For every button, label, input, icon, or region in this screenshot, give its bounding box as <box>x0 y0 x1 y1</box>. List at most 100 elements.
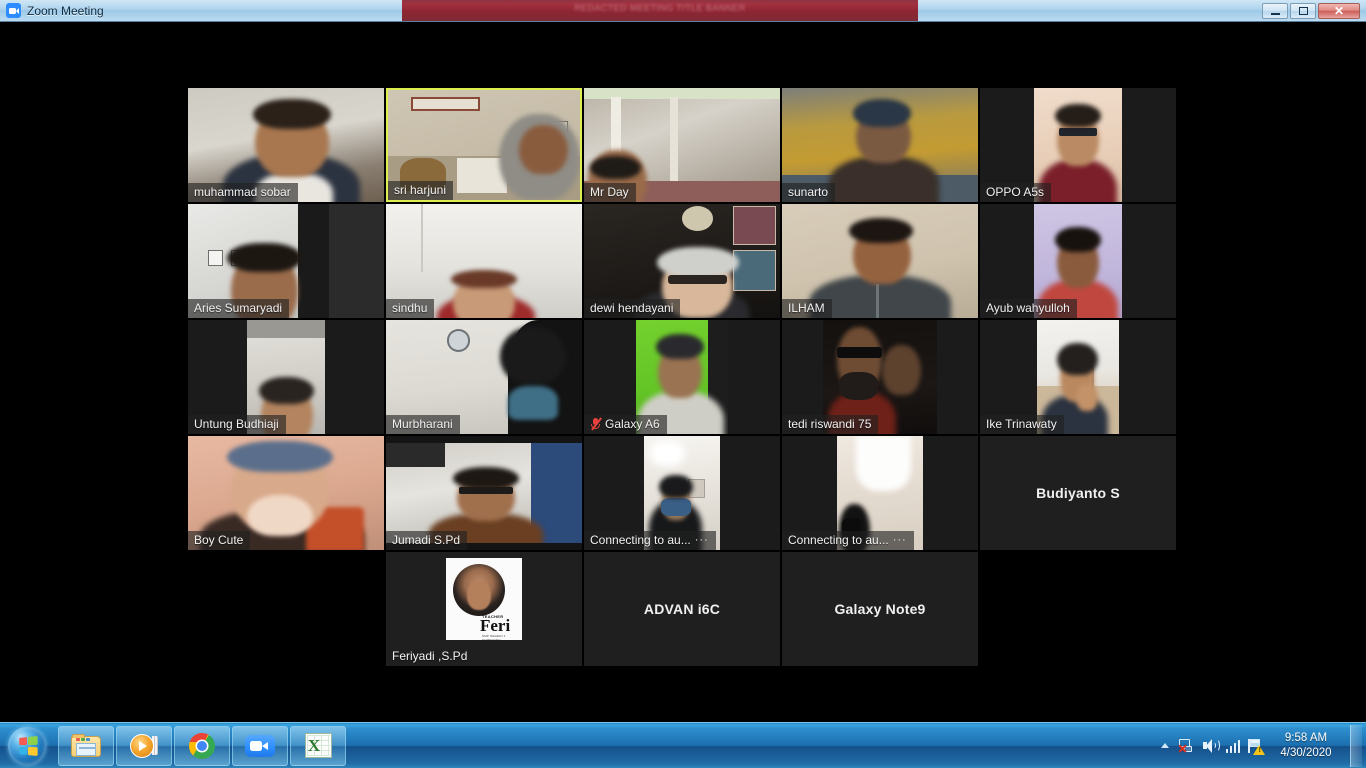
window-title: Zoom Meeting <box>27 3 104 18</box>
participant-tile-budiyanto-s[interactable]: Budiyanto S <box>980 436 1176 550</box>
gallery-row: muhammad sobar sri harjuni Mr Day sunart… <box>188 88 1178 202</box>
participant-tile-dewi-hendayani[interactable]: dewi hendayani <box>584 204 780 318</box>
taskbar-clock[interactable]: 9:58 AM 4/30/2020 <box>1271 731 1341 761</box>
participant-name-strip: Aries Sumaryadi <box>188 299 290 318</box>
participant-tile-boy-cute[interactable]: Boy Cute <box>188 436 384 550</box>
window-titlebar[interactable]: Zoom Meeting REDACTED MEETING TITLE BANN… <box>0 0 1366 22</box>
participant-tile-jumadi-spd[interactable]: Jumadi S.Pd <box>386 436 582 550</box>
participant-name: Ayub wahyulloh <box>986 301 1070 315</box>
participant-name-strip: Connecting to au... ··· <box>584 531 716 550</box>
participant-name: Ike Trinawaty <box>986 417 1057 431</box>
start-button[interactable] <box>2 725 52 767</box>
zoom-video-icon <box>6 3 21 18</box>
participant-name-strip: OPPO A5s <box>980 183 1052 202</box>
gallery-row: Boy Cute Jumadi S.Pd Connecting to au...… <box>188 436 1178 550</box>
windows-logo-icon <box>8 726 46 765</box>
participant-name: dewi hendayani <box>590 301 674 315</box>
connecting-dots: ··· <box>694 534 709 546</box>
participant-tile-sri-harjuni[interactable]: sri harjuni <box>386 88 582 202</box>
participant-name: muhammad sobar <box>194 185 291 199</box>
meeting-stage: muhammad sobar sri harjuni Mr Day sunart… <box>0 22 1366 768</box>
gallery-view-grid: muhammad sobar sri harjuni Mr Day sunart… <box>188 88 1178 668</box>
show-desktop-button[interactable] <box>1350 724 1362 767</box>
participant-name-strip: sindhu <box>386 299 435 318</box>
participant-tile-feriyadi-spd[interactable]: TEACHER Feri SMP NEGERI 1 SUMEDANG Feriy… <box>386 552 582 666</box>
minimize-icon <box>1270 12 1280 15</box>
participant-name-strip: Mr Day <box>584 183 636 202</box>
participant-tile-aries-sumaryadi[interactable]: Aries Sumaryadi <box>188 204 384 318</box>
action-center-flag-icon[interactable]: ! <box>1247 738 1265 755</box>
participant-tile-ilham[interactable]: ILHAM <box>782 204 978 318</box>
participant-name-strip: muhammad sobar <box>188 183 298 202</box>
taskbar-item-zoom[interactable] <box>232 725 288 766</box>
participant-tile-galaxy-note9[interactable]: Galaxy Note9 <box>782 552 978 666</box>
participant-name: Jumadi S.Pd <box>392 533 461 547</box>
participant-tile-ayub-wahyulloh[interactable]: Ayub wahyulloh <box>980 204 1176 318</box>
participant-tile-muhammad-sobar[interactable]: muhammad sobar <box>188 88 384 202</box>
participant-name-strip: Connecting to au... ··· <box>782 531 914 550</box>
avatar <box>453 564 505 616</box>
windows-taskbar: X ✕ ! 9:58 AM 4/30/2020 <box>0 722 1366 768</box>
participant-tile-connecting-2[interactable]: Connecting to au... ··· <box>782 436 978 550</box>
participant-tile-advan-i6c[interactable]: ADVAN i6C <box>584 552 780 666</box>
participant-name-strip: Untung Budhiaji <box>188 415 286 434</box>
show-hidden-icons-arrow[interactable] <box>1160 743 1169 748</box>
network-error-icon[interactable]: ✕ <box>1178 738 1195 755</box>
participant-name: ADVAN i6C <box>643 601 721 617</box>
participant-tile-sunarto[interactable]: sunarto <box>782 88 978 202</box>
participant-name: Connecting to au... <box>788 533 889 547</box>
poster-name-label: Feri <box>480 616 511 635</box>
connecting-dots: ··· <box>892 534 907 546</box>
participant-tile-oppo-a5s[interactable]: OPPO A5s <box>980 88 1176 202</box>
participant-name: Murbharani <box>392 417 453 431</box>
media-player-icon <box>130 733 158 759</box>
excel-icon: X <box>304 733 332 758</box>
participant-tile-galaxy-a6[interactable]: Galaxy A6 <box>584 320 780 434</box>
participant-tile-mr-day[interactable]: Mr Day <box>584 88 780 202</box>
participant-name: Feriyadi ,S.Pd <box>392 649 468 663</box>
poster-subtitle: SMP NEGERI 1 SUMEDANG <box>482 634 506 640</box>
participant-name-strip: Ayub wahyulloh <box>980 299 1077 318</box>
muted-microphone-icon <box>590 417 602 431</box>
participant-name-strip: dewi hendayani <box>584 299 681 318</box>
participant-avatar-poster: TEACHER Feri SMP NEGERI 1 SUMEDANG <box>446 558 522 640</box>
clock-time: 9:58 AM <box>1284 731 1328 744</box>
taskbar-item-windows-media-player[interactable] <box>116 725 172 766</box>
close-icon: ✕ <box>1333 3 1345 18</box>
titlebar-left-group: Zoom Meeting <box>0 3 104 18</box>
gallery-row: Aries Sumaryadi sindhu dewi hendayani IL… <box>188 204 1178 318</box>
participant-tile-tedi-riswandi-75[interactable]: tedi riswandi 75 <box>782 320 978 434</box>
participant-name: sri harjuni <box>394 183 447 197</box>
participant-name-strip: Jumadi S.Pd <box>386 531 468 550</box>
participant-name-strip: ILHAM <box>782 299 832 318</box>
participant-tile-ike-trinawaty[interactable]: Ike Trinawaty <box>980 320 1176 434</box>
close-button[interactable]: ✕ <box>1318 2 1360 19</box>
participant-tile-connecting-1[interactable]: Connecting to au... ··· <box>584 436 780 550</box>
participant-name: tedi riswandi 75 <box>788 417 872 431</box>
participant-name: Mr Day <box>590 185 629 199</box>
participant-name: Boy Cute <box>194 533 244 547</box>
participant-tile-sindhu[interactable]: sindhu <box>386 204 582 318</box>
participant-name-strip: Feriyadi ,S.Pd <box>386 647 475 666</box>
volume-icon[interactable] <box>1202 738 1220 754</box>
window-controls: ✕ <box>1262 2 1366 19</box>
titlebar-banner-text: REDACTED MEETING TITLE BANNER <box>574 3 746 13</box>
participant-name-strip: Boy Cute <box>188 531 251 550</box>
participant-tile-murbharani[interactable]: Murbharani <box>386 320 582 434</box>
minimize-button[interactable] <box>1262 2 1288 19</box>
clock-date: 4/30/2020 <box>1280 746 1332 759</box>
chrome-icon <box>189 732 215 759</box>
titlebar-meeting-banner: REDACTED MEETING TITLE BANNER <box>402 0 918 21</box>
signal-bars-icon[interactable] <box>1225 739 1240 753</box>
participant-name-strip: sunarto <box>782 183 836 202</box>
gallery-row: TEACHER Feri SMP NEGERI 1 SUMEDANG Feriy… <box>188 552 1178 666</box>
maximize-button[interactable] <box>1290 2 1316 19</box>
participant-name: Untung Budhiaji <box>194 417 279 431</box>
taskbar-item-windows-explorer[interactable] <box>58 725 114 766</box>
taskbar-item-google-chrome[interactable] <box>174 725 230 766</box>
folder-explorer-icon <box>71 733 101 758</box>
gallery-row: Untung Budhiaji Murbharani Galaxy A6 ted… <box>188 320 1178 434</box>
participant-name-strip: Murbharani <box>386 415 460 434</box>
taskbar-item-microsoft-excel[interactable]: X <box>290 725 346 766</box>
participant-tile-untung-budhiaji[interactable]: Untung Budhiaji <box>188 320 384 434</box>
